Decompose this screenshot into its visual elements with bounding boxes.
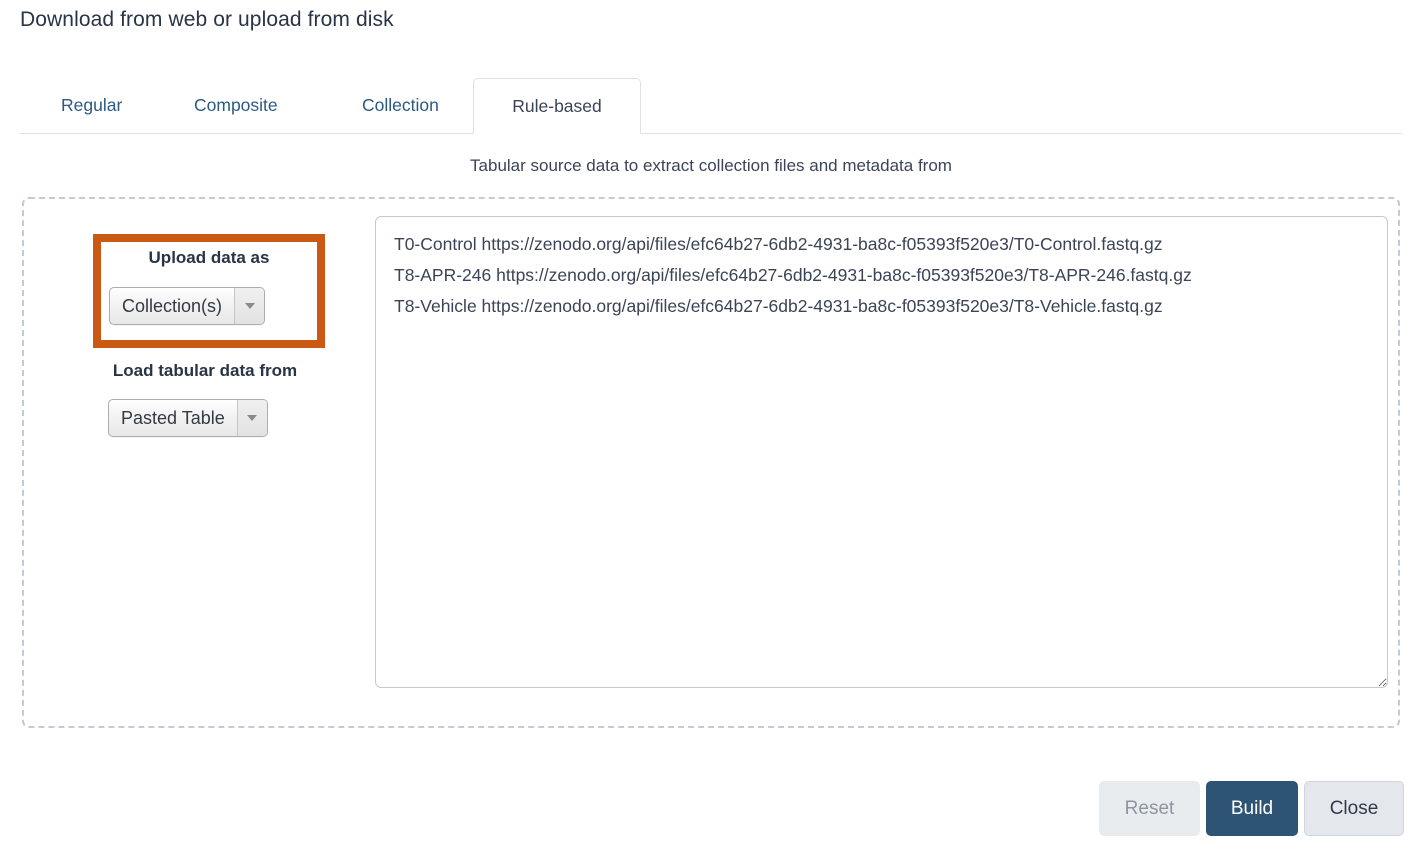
tab-rule-based[interactable]: Rule-based [473, 78, 641, 134]
pasted-table-container: T0-Control https://zenodo.org/api/files/… [375, 216, 1388, 688]
page-title: Download from web or upload from disk [20, 8, 394, 31]
close-button[interactable]: Close [1304, 781, 1404, 836]
chevron-down-icon[interactable] [236, 400, 267, 436]
chevron-down-icon[interactable] [234, 288, 265, 324]
load-tabular-data-from-select[interactable]: Pasted Table [108, 399, 268, 437]
tab-collection[interactable]: Collection [345, 78, 456, 133]
tab-regular[interactable]: Regular [44, 78, 139, 133]
load-tabular-data-from-label: Load tabular data from [112, 361, 298, 380]
load-tabular-data-from-value: Pasted Table [121, 407, 225, 428]
rule-based-upload-dialog: Download from web or upload from disk Re… [0, 0, 1422, 842]
upload-data-as-select[interactable]: Collection(s) [109, 287, 266, 325]
build-button[interactable]: Build [1206, 781, 1298, 836]
upload-data-as-value: Collection(s) [122, 295, 223, 316]
tab-bar: Regular Composite Collection Rule-based [20, 78, 1402, 134]
pasted-table-input[interactable]: T0-Control https://zenodo.org/api/files/… [375, 216, 1388, 688]
tab-composite[interactable]: Composite [177, 78, 295, 133]
dialog-footer: Reset Build Close [0, 781, 1422, 837]
source-data-caption: Tabular source data to extract collectio… [470, 156, 952, 175]
reset-button[interactable]: Reset [1099, 781, 1200, 836]
